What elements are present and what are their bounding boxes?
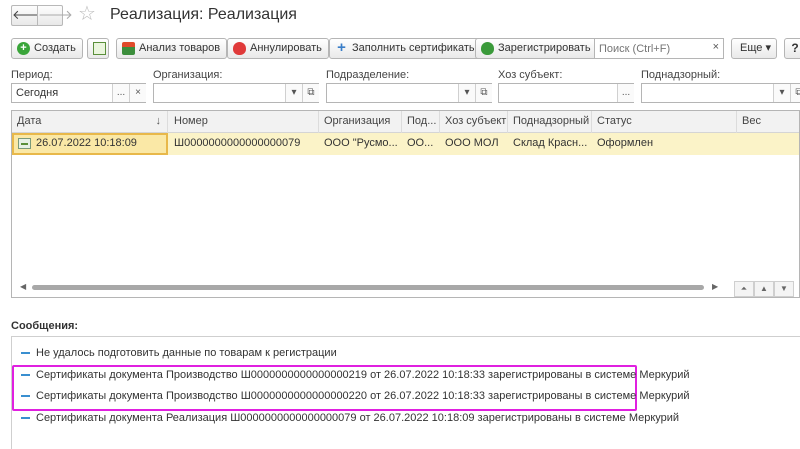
cancel-document-button[interactable]: Аннулировать <box>227 38 329 59</box>
shield-red-icon <box>233 42 246 55</box>
message-dash-icon <box>21 352 30 354</box>
period-label: Период: <box>11 69 53 81</box>
column-header-supervised[interactable]: Поднадзорный <box>508 111 592 133</box>
message-item[interactable]: Сертификаты документа Реализация Ш000000… <box>21 410 679 426</box>
message-text: Сертификаты документа Производство Ш0000… <box>36 390 690 402</box>
organization-field[interactable]: ▾ ⧉ <box>153 83 319 103</box>
scroll-down-icon[interactable]: ▼ <box>774 281 794 297</box>
message-dash-icon <box>21 395 30 397</box>
column-header-number[interactable]: Номер <box>169 111 319 133</box>
supervised-dropdown-icon[interactable]: ▾ <box>773 84 790 102</box>
supervised-field[interactable]: ▾ ⧉ <box>641 83 800 103</box>
period-value: Сегодня <box>16 87 59 99</box>
toolbar: + Создать Анализ товаров Аннулировать + … <box>0 38 800 62</box>
cell-status[interactable]: Оформлен <box>592 133 737 155</box>
subdivision-dropdown-icon[interactable]: ▾ <box>458 84 475 102</box>
search-input[interactable] <box>595 39 705 58</box>
messages-panel: Не удалось подготовить данные по товарам… <box>11 336 800 449</box>
organization-open-icon[interactable]: ⧉ <box>302 84 319 102</box>
column-header-organization[interactable]: Организация <box>319 111 402 133</box>
column-header-weight[interactable]: Вес <box>737 111 799 133</box>
period-select-button[interactable]: ... <box>112 84 129 102</box>
column-header-subdivision[interactable]: Под... <box>402 111 440 133</box>
table-header: Дата ↓ Номер Организация Под... Хоз субъ… <box>12 111 799 133</box>
column-header-economic-entity[interactable]: Хоз субъект <box>440 111 508 133</box>
scrollbar-thumb[interactable] <box>32 285 704 290</box>
documents-table: Дата ↓ Номер Организация Под... Хоз субъ… <box>11 110 800 298</box>
column-header-date[interactable]: Дата ↓ <box>12 111 168 133</box>
economic-entity-select-button[interactable]: ... <box>617 84 634 102</box>
cell-number[interactable]: Ш0000000000000000079 <box>169 133 319 155</box>
clear-search-icon[interactable]: × <box>713 41 719 53</box>
analysis-button[interactable]: Анализ товаров <box>116 38 228 59</box>
subdivision-open-icon[interactable]: ⧉ <box>475 84 492 102</box>
fill-certificates-button[interactable]: + Заполнить сертификаты <box>329 38 484 59</box>
more-button[interactable]: Еще ▾ <box>731 38 777 59</box>
message-text: Сертификаты документа Реализация Ш000000… <box>36 412 680 424</box>
cell-date-text: 26.07.2022 10:18:09 <box>36 137 137 149</box>
register-button[interactable]: Зарегистрировать <box>475 38 598 59</box>
cell-date[interactable]: 26.07.2022 10:18:09 <box>12 133 168 155</box>
fill-certificates-label: Заполнить сертификаты <box>352 42 477 54</box>
scroll-first-icon[interactable]: ⏶ <box>734 281 754 297</box>
organization-label: Организация: <box>153 69 223 81</box>
cell-supervised[interactable]: Склад Красн... <box>508 133 592 155</box>
supervised-open-icon[interactable]: ⧉ <box>790 84 800 102</box>
subdivision-field[interactable]: ▾ ⧉ <box>326 83 492 103</box>
favorite-star-icon[interactable]: ☆ <box>78 3 96 25</box>
cell-weight[interactable] <box>737 133 799 155</box>
message-dash-icon <box>21 417 30 419</box>
period-clear-icon[interactable]: × <box>129 84 146 102</box>
refresh-button[interactable] <box>87 38 109 59</box>
organization-dropdown-icon[interactable]: ▾ <box>285 84 302 102</box>
sort-down-icon: ↓ <box>155 115 162 127</box>
page-title: Реализация: Реализация <box>110 6 297 23</box>
message-dash-icon <box>21 374 30 376</box>
create-button-label: Создать <box>34 42 76 54</box>
cell-subdivision[interactable]: ОО... <box>402 133 440 155</box>
subdivision-label: Подразделение: <box>326 69 410 81</box>
arrow-right-icon: 🡒 <box>38 7 73 22</box>
message-item[interactable]: Сертификаты документа Производство Ш0000… <box>21 388 690 404</box>
message-text: Не удалось подготовить данные по товарам… <box>36 347 337 359</box>
create-button[interactable]: + Создать <box>11 38 83 59</box>
column-header-date-label: Дата <box>17 115 42 127</box>
horizontal-scrollbar[interactable]: ◀ ▶ <box>12 281 734 293</box>
cell-organization[interactable]: ООО "Русмо... <box>319 133 402 155</box>
forward-button[interactable]: 🡒 <box>37 5 73 26</box>
analysis-button-label: Анализ товаров <box>139 42 221 54</box>
plus-circle-icon: + <box>17 42 30 55</box>
message-text: Сертификаты документа Производство Ш0000… <box>36 369 690 381</box>
column-header-status[interactable]: Статус <box>592 111 737 133</box>
economic-entity-label: Хоз субъект: <box>498 69 563 81</box>
table-row[interactable]: 26.07.2022 10:18:09 Ш0000000000000000079… <box>12 133 799 155</box>
shield-green-icon <box>481 42 494 55</box>
register-button-label: Зарегистрировать <box>498 42 591 54</box>
refresh-icon <box>93 42 106 55</box>
scroll-up-icon[interactable]: ▲ <box>754 281 774 297</box>
analysis-icon <box>122 42 135 55</box>
message-item[interactable]: Сертификаты документа Производство Ш0000… <box>21 367 690 383</box>
scroll-left-icon[interactable]: ◀ <box>20 281 26 293</box>
scroll-right-icon[interactable]: ▶ <box>712 281 718 293</box>
plus-icon: + <box>337 39 346 56</box>
document-posted-icon <box>18 138 31 149</box>
back-button[interactable]: 🡐 <box>11 5 47 26</box>
message-item[interactable]: Не удалось подготовить данные по товарам… <box>21 345 337 361</box>
cell-economic-entity[interactable]: ООО МОЛ <box>440 133 508 155</box>
title-bar: 🡐 🡒 ☆ Реализация: Реализация <box>0 0 800 34</box>
messages-title: Сообщения: <box>11 320 79 332</box>
search-box: × <box>594 38 724 59</box>
supervised-label: Поднадзорный: <box>641 69 721 81</box>
period-field[interactable]: Сегодня ... × <box>11 83 146 103</box>
help-button[interactable]: ? <box>784 38 800 59</box>
economic-entity-field[interactable]: ... <box>498 83 634 103</box>
cancel-document-label: Аннулировать <box>250 42 322 54</box>
